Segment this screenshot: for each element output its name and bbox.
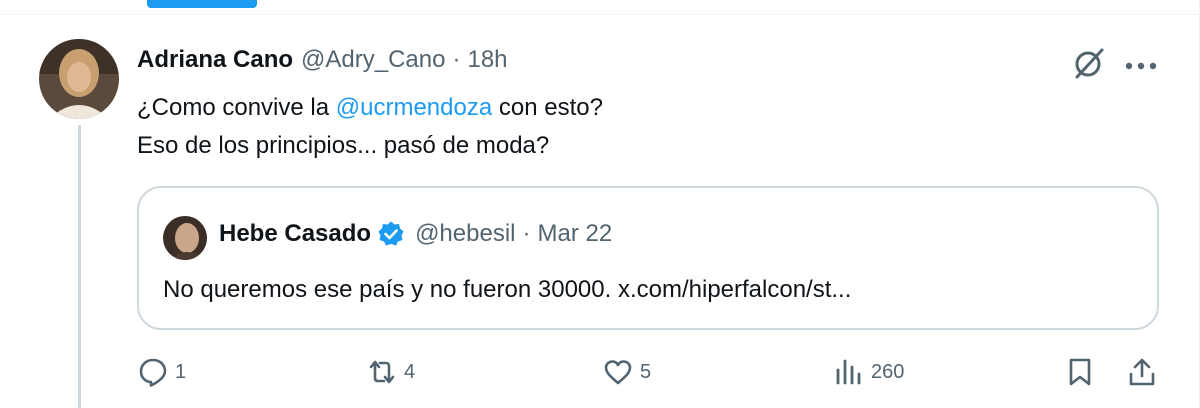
quote-header: Hebe Casado @hebesil · Mar 22 (219, 220, 612, 248)
author-name[interactable]: Adriana Cano (137, 46, 293, 74)
tweet-text-line-1: ¿Como convive la @ucrmendoza con esto? (137, 89, 603, 127)
bookmark-icon (1069, 358, 1091, 386)
quote-separator: · (522, 220, 531, 247)
verified-icon (378, 221, 404, 246)
quote-tweet-card[interactable]: Hebe Casado @hebesil · Mar 22 No queremo… (137, 186, 1159, 330)
avatar[interactable] (39, 39, 119, 119)
views-count: 260 (871, 360, 905, 383)
avatar-image (39, 39, 119, 119)
quote-author-handle: @hebesil (415, 220, 516, 247)
quote-date: Mar 22 (537, 220, 613, 247)
share-icon (1129, 358, 1155, 386)
reply-button[interactable]: 1 (137, 356, 186, 388)
tweet-text: ¿Como convive la @ucrmendoza con esto? E… (137, 89, 603, 165)
views-button[interactable]: 260 (833, 356, 904, 388)
tweet-header: Adriana Cano @Adry_Cano · 18h (137, 44, 508, 76)
mention-link[interactable]: @ucrmendoza (336, 94, 492, 121)
timestamp[interactable]: 18h (467, 46, 507, 74)
views-icon (836, 359, 861, 385)
like-button[interactable]: 5 (602, 356, 651, 388)
bookmark-button[interactable] (1064, 356, 1096, 388)
repost-icon (369, 360, 395, 384)
like-icon (604, 360, 632, 385)
quote-avatar-image (163, 216, 207, 260)
like-count: 5 (640, 360, 652, 383)
reply-icon (139, 358, 167, 387)
active-tab-indicator (147, 0, 257, 8)
repost-count: 4 (404, 360, 416, 383)
tweet-text-start: ¿Como convive la (137, 94, 336, 121)
separator: · (452, 46, 461, 73)
divider (0, 14, 1200, 15)
quote-text: No queremos ese país y no fueron 30000. … (163, 276, 852, 303)
quote-author-name: Hebe Casado (219, 220, 372, 247)
tweet-text-end: con esto? (492, 94, 603, 121)
tweet-text-line-2: Eso de los principios... pasó de moda? (137, 132, 550, 159)
grok-icon[interactable] (1072, 46, 1106, 80)
share-button[interactable] (1126, 356, 1158, 388)
author-handle[interactable]: @Adry_Cano (301, 46, 445, 74)
quote-avatar (163, 216, 207, 260)
action-bar: 1 4 5 260 (0, 356, 1200, 400)
repost-button[interactable]: 4 (366, 356, 415, 388)
more-icon[interactable] (1124, 58, 1158, 70)
reply-count: 1 (175, 360, 187, 383)
